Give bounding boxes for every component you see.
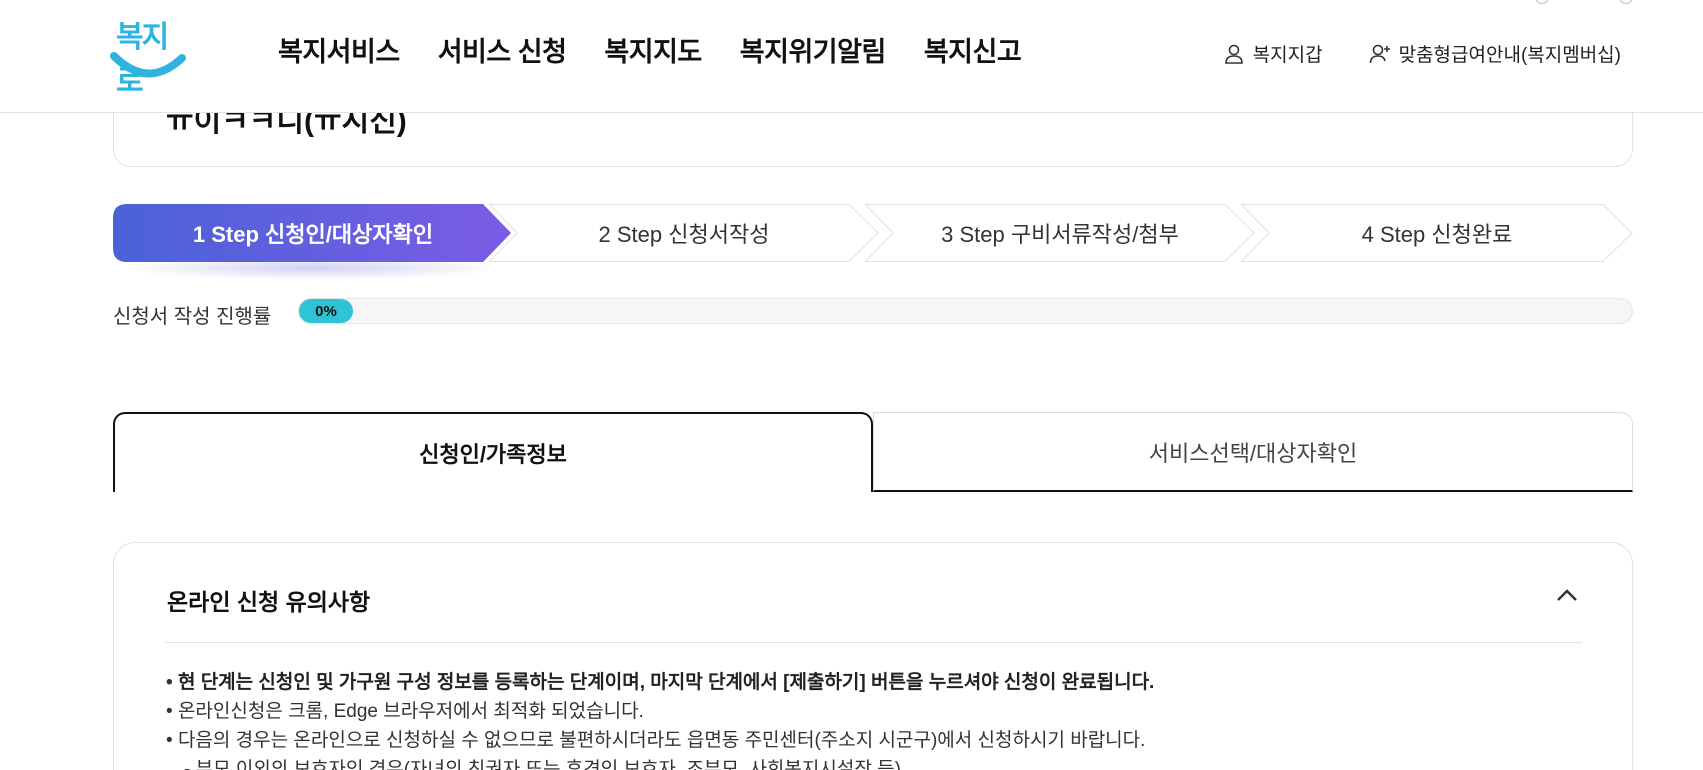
tab-label: 서비스선택/대상자확인: [1148, 440, 1358, 466]
notice-item: 부모 이외의 보호자인 경우(자녀의 친권자 또는 후견인 보호자, 조부모, …: [166, 755, 1154, 770]
site-header: 복지로 복지서비스 서비스 신청 복지지도 복지위기알림 복지신고 복지지갑 맞…: [0, 0, 1703, 113]
notice-item: 현 단계는 신청인 및 가구원 구성 정보를 등록하는 단계이며, 마지막 단계…: [166, 668, 1154, 697]
step-2[interactable]: 2 Step 신청서작성: [489, 204, 879, 262]
nav-service-apply[interactable]: 서비스 신청: [438, 30, 567, 69]
progress-fill: 0%: [299, 299, 353, 323]
logo[interactable]: 복지로: [110, 12, 190, 99]
notice-title: 온라인 신청 유의사항: [167, 589, 371, 615]
step-4-label: 4 Step 신청완료: [1361, 222, 1513, 247]
membership-label: 맞춤형급여안내(복지멤버십): [1398, 45, 1621, 66]
membership-link[interactable]: 맞춤형급여안내(복지멤버십): [1369, 40, 1621, 67]
notice-item: 온라인신청은 크롬, Edge 브라우저에서 최적화 되었습니다.: [166, 697, 1154, 726]
chevron-up-icon[interactable]: [1552, 581, 1582, 611]
step-1[interactable]: 1 Step 신청인/대상자확인: [113, 204, 513, 262]
progress-bar: 0%: [298, 298, 1633, 324]
notice-item: 다음의 경우는 온라인으로 신청하실 수 없으므로 불편하시더라도 읍면동 주민…: [166, 726, 1154, 755]
notice-list: 현 단계는 신청인 및 가구원 구성 정보를 등록하는 단계이며, 마지막 단계…: [166, 668, 1154, 770]
online-apply-notice: 온라인 신청 유의사항 현 단계는 신청인 및 가구원 구성 정보를 등록하는 …: [113, 542, 1633, 770]
logo-smile-icon: [110, 52, 186, 78]
nav-crisis-alert[interactable]: 복지위기알림: [740, 30, 887, 69]
progress-label: 신청서 작성 진행률: [113, 306, 272, 328]
wallet-label: 복지지갑: [1252, 45, 1323, 66]
tab-service-select[interactable]: 서비스선택/대상자확인: [873, 412, 1633, 492]
info-tabs: 신청인/가족정보 서비스선택/대상자확인: [113, 412, 1633, 492]
user-icon: [1224, 44, 1243, 64]
step-1-label: 1 Step 신청인/대상자확인: [192, 222, 434, 247]
utility-menu: 복지지갑 맞춤형급여안내(복지멤버십): [1223, 40, 1621, 67]
add-user-icon: [1369, 44, 1390, 63]
step-3-label: 3 Step 구비서류작성/첨부: [941, 222, 1179, 247]
notice-divider: [165, 642, 1582, 643]
tab-applicant-family[interactable]: 신청인/가족정보: [113, 412, 873, 492]
step-2-label: 2 Step 신청서작성: [598, 222, 770, 247]
main-nav: 복지서비스 서비스 신청 복지지도 복지위기알림 복지신고: [278, 30, 1022, 69]
wallet-link[interactable]: 복지지갑: [1223, 40, 1323, 67]
nav-welfare-map[interactable]: 복지지도: [604, 30, 702, 69]
step-indicator: 1 Step 신청인/대상자확인 2 Step 신청서작성 3 Step 구비서…: [113, 204, 1633, 280]
step-4[interactable]: 4 Step 신청완료: [1241, 204, 1633, 262]
top-indicators: [1535, 0, 1633, 4]
tab-label: 신청인/가족정보: [419, 442, 567, 467]
progress-row: 신청서 작성 진행률 0%: [113, 297, 1633, 328]
nav-welfare-service[interactable]: 복지서비스: [278, 30, 400, 69]
progress-value: 0%: [315, 302, 337, 320]
nav-welfare-report[interactable]: 복지신고: [924, 30, 1022, 69]
step-3[interactable]: 3 Step 구비서류작성/첨부: [865, 204, 1255, 262]
